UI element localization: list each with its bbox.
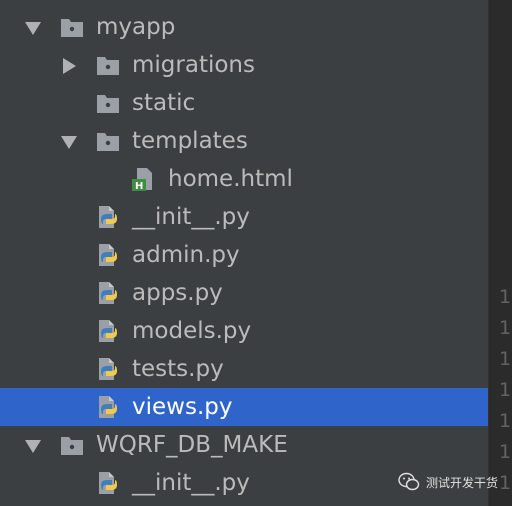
- line-number: 1: [499, 379, 512, 401]
- python-file-icon: [96, 281, 120, 305]
- expand-arrow-down-icon[interactable]: [24, 19, 42, 37]
- expand-arrow-down-icon[interactable]: [60, 133, 78, 151]
- folder-icon: [96, 53, 120, 77]
- tree-row-tests-py[interactable]: tests.py: [0, 350, 488, 388]
- line-number: 1: [499, 410, 512, 432]
- tree-row-models-py[interactable]: models.py: [0, 312, 488, 350]
- expand-arrow-right-icon[interactable]: [60, 57, 78, 75]
- python-file-icon: [96, 243, 120, 267]
- python-file-icon: [96, 357, 120, 381]
- clipped-row: [0, 0, 488, 8]
- tree-row-views-py[interactable]: views.py: [0, 388, 488, 426]
- svg-text:H: H: [135, 181, 143, 191]
- tree-row-label: myapp: [96, 14, 176, 40]
- line-number: 1: [499, 441, 512, 463]
- tree-row-init-py[interactable]: __init__.py: [0, 198, 488, 236]
- python-file-icon: [96, 395, 120, 419]
- tree-row-label: __init__.py: [132, 204, 250, 230]
- tree-row-apps-py[interactable]: apps.py: [0, 274, 488, 312]
- tree-row-label: admin.py: [132, 242, 240, 268]
- watermark: 测试开发干货: [398, 468, 498, 496]
- tree-row-label: apps.py: [132, 280, 223, 306]
- tree-row-label: migrations: [132, 52, 255, 78]
- tree-row-label: tests.py: [132, 356, 224, 382]
- python-file-icon: [96, 319, 120, 343]
- tree-row-label: models.py: [132, 318, 252, 344]
- python-file-icon: [96, 471, 120, 495]
- tree-row-label: WQRF_DB_MAKE: [96, 432, 288, 458]
- editor-gutter: 11111111: [488, 0, 512, 506]
- folder-icon: [60, 15, 84, 39]
- tree-row-templates[interactable]: templates: [0, 122, 488, 160]
- tree-row-home-html[interactable]: Hhome.html: [0, 160, 488, 198]
- line-number: 1: [499, 472, 512, 494]
- tree-row-label: home.html: [168, 166, 293, 192]
- folder-icon: [96, 91, 120, 115]
- tree-row-label: templates: [132, 128, 248, 154]
- folder-icon: [60, 433, 84, 457]
- tree-row-migrations[interactable]: migrations: [0, 46, 488, 84]
- wechat-icon: [398, 472, 420, 492]
- project-tree-panel: myapp migrations static templates Hhome.html…: [0, 0, 488, 506]
- tree-row-label: static: [132, 90, 196, 116]
- python-file-icon: [96, 205, 120, 229]
- tree-row-static[interactable]: static: [0, 84, 488, 122]
- expand-arrow-down-icon[interactable]: [24, 437, 42, 455]
- tree-row-admin-py[interactable]: admin.py: [0, 236, 488, 274]
- line-number: 1: [499, 286, 512, 308]
- line-number: 1: [499, 348, 512, 370]
- tree-row-label: __init__.py: [132, 470, 250, 496]
- tree-row-label: views.py: [132, 394, 233, 420]
- tree-row-wqrf-db-make[interactable]: WQRF_DB_MAKE: [0, 426, 488, 464]
- html-file-icon: H: [132, 167, 156, 192]
- folder-icon: [96, 129, 120, 153]
- watermark-text: 测试开发干货: [426, 475, 499, 490]
- tree-row-myapp[interactable]: myapp: [0, 8, 488, 46]
- line-number: 1: [499, 317, 512, 339]
